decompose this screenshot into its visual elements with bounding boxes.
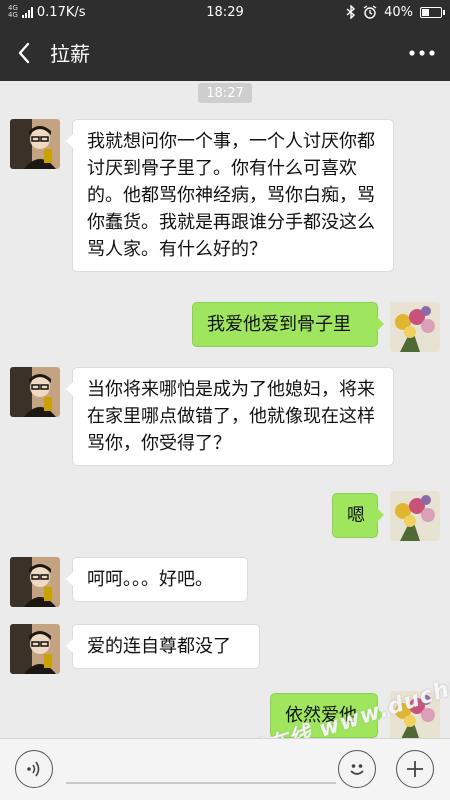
network-type: 4G 4G	[8, 5, 18, 19]
message-text: 我爱他爱到骨子里	[207, 314, 351, 335]
input-bar	[0, 738, 450, 800]
message-text: 爱的连自尊都没了	[87, 636, 231, 657]
alarm-icon	[363, 5, 377, 19]
add-button[interactable]	[396, 750, 434, 788]
emoji-button[interactable]	[338, 750, 376, 788]
message-bubble-sent[interactable]: 嗯	[332, 493, 384, 538]
message-text: 嗯	[347, 505, 365, 526]
status-right: 40%	[346, 4, 445, 20]
chat-timestamp: 18:27	[198, 83, 252, 103]
message-input[interactable]	[66, 782, 336, 784]
contact-avatar[interactable]	[10, 557, 60, 607]
message-text: 我就想问你一个事，一个人讨厌你都讨厌到骨子里了。你有什么可喜欢的。他都骂你神经病…	[87, 131, 375, 260]
battery-percent: 40%	[384, 4, 413, 20]
emoji-icon	[350, 764, 364, 775]
message-bubble-sent[interactable]: 我爱他爱到骨子里	[192, 302, 384, 347]
network-type-bottom: 4G	[8, 11, 18, 19]
signal-icon	[21, 6, 33, 18]
message-bubble-received[interactable]: 爱的连自尊都没了	[66, 624, 260, 669]
contact-avatar[interactable]	[10, 119, 60, 169]
voice-button[interactable]	[15, 750, 53, 788]
status-bar: 4G 4G 0.17K/s 18:29 40%	[0, 0, 450, 24]
chat-header: 拉薪	[0, 24, 450, 81]
my-avatar[interactable]	[390, 302, 440, 352]
message-bubble-received[interactable]: 当你将来哪怕是成为了他媳妇，将来在家里哪点做错了，他就像现在这样骂你，你受得了？	[66, 367, 394, 466]
more-dots-icon	[409, 49, 435, 56]
battery-icon	[420, 6, 445, 18]
message-text: 当你将来哪怕是成为了他媳妇，将来在家里哪点做错了，他就像现在这样骂你，你受得了？	[87, 379, 375, 454]
status-left: 4G 4G 0.17K/s	[8, 5, 158, 20]
chat-area[interactable]: 18:27 我就想问你一个事，一个人讨厌你都讨厌到骨子里了。你有什么可喜欢的。他…	[0, 81, 450, 738]
contact-avatar[interactable]	[10, 367, 60, 417]
contact-avatar[interactable]	[10, 624, 60, 674]
back-arrow-icon	[18, 42, 30, 63]
message-text: 呵呵。。。好吧。	[87, 569, 213, 590]
my-avatar[interactable]	[390, 491, 440, 541]
plus-icon	[407, 761, 423, 777]
chat-title: 拉薪	[50, 42, 90, 66]
back-button[interactable]	[0, 24, 48, 81]
more-button[interactable]	[394, 24, 450, 81]
voice-icon	[27, 761, 40, 777]
network-speed: 0.17K/s	[36, 4, 86, 20]
bluetooth-icon	[346, 5, 356, 19]
message-bubble-received[interactable]: 我就想问你一个事，一个人讨厌你都讨厌到骨子里了。你有什么可喜欢的。他都骂你神经病…	[66, 119, 394, 272]
message-bubble-received[interactable]: 呵呵。。。好吧。	[66, 557, 248, 602]
